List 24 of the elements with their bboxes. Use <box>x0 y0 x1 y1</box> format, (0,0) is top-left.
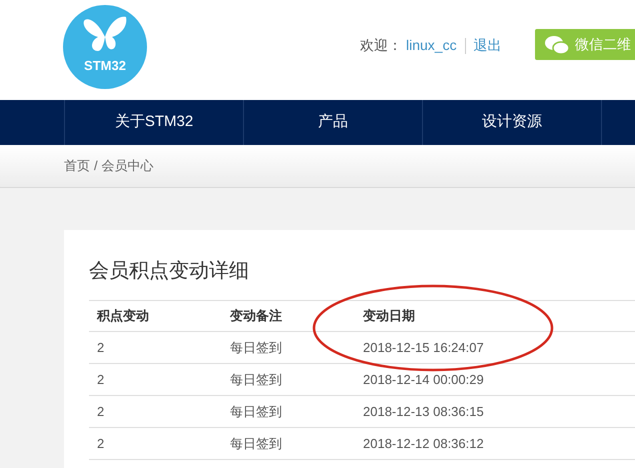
table-cell-text: 2 <box>96 402 106 421</box>
table-cell-text: 2 <box>96 434 106 453</box>
table-cell-text: 2 <box>96 338 106 357</box>
table-cell-text: 每日签到 <box>229 402 283 421</box>
breadcrumb-link[interactable]: 首页 <box>64 156 90 176</box>
breadcrumb-link[interactable]: 会员中心 <box>102 156 154 176</box>
table-cell-text: 每日签到 <box>229 434 283 453</box>
welcome-label: 欢迎： <box>360 36 402 55</box>
table-cell-text: 2 <box>96 370 106 389</box>
table-cell-text: 每日签到 <box>229 370 283 389</box>
chat-bubbles-icon <box>545 34 569 54</box>
table-cell-text: 2018-12-14 00:00:29 <box>362 370 484 389</box>
column-header: 积点变动 <box>96 307 150 326</box>
table-cell-text: 2018-12-13 08:36:15 <box>362 402 484 421</box>
username-link[interactable]: linux_cc <box>406 35 457 56</box>
table-cell-text: 2018-12-12 08:36:12 <box>362 434 484 453</box>
column-header: 变动日期 <box>362 307 415 326</box>
logout-link[interactable]: 退出 <box>474 35 502 56</box>
panel-title: 会员积点变动详细 <box>89 259 250 284</box>
column-header: 变动备注 <box>229 307 283 326</box>
breadcrumb-separator: / <box>94 157 98 176</box>
table-cell-text: 2018-12-15 16:24:07 <box>362 338 484 357</box>
logo-text: STM32 <box>84 59 126 72</box>
table-cell-text: 每日签到 <box>229 338 283 357</box>
